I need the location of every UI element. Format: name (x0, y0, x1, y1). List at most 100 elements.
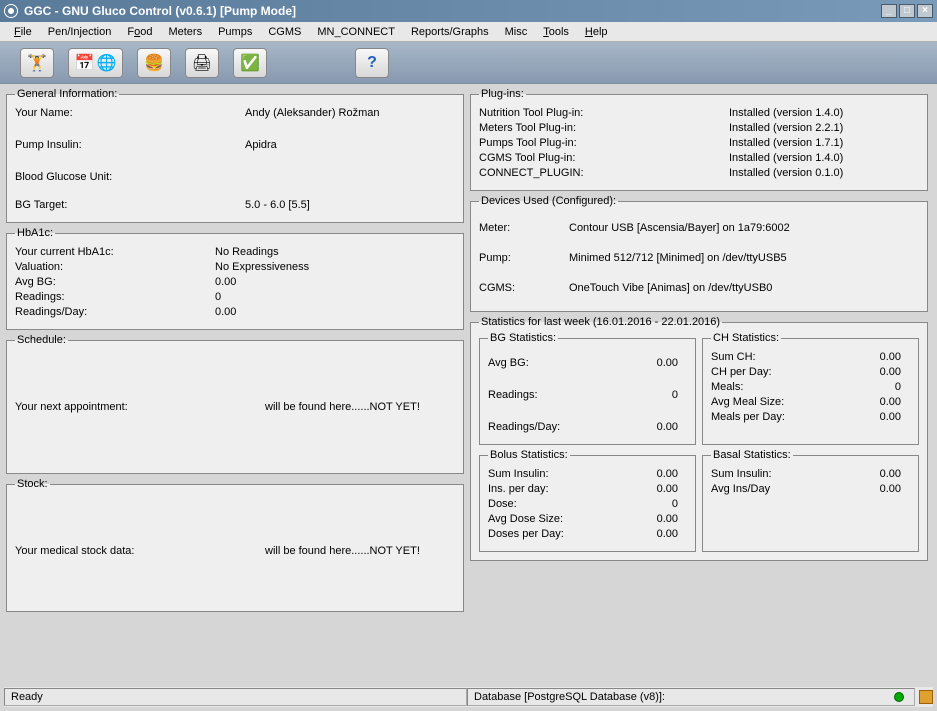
close-button[interactable]: × (917, 4, 933, 18)
device-pump-value: Minimed 512/712 [Minimed] on /dev/ttyUSB… (569, 252, 919, 264)
bolus-dose-label: Dose: (488, 498, 618, 510)
plugins-legend: Plug-ins: (479, 88, 526, 100)
status-right: Database [PostgreSQL Database (v8)]: (474, 691, 665, 703)
bg-unit-label: Blood Glucose Unit: (15, 171, 245, 183)
checklist-icon: ✅ (240, 53, 260, 73)
stats-panel: Statistics for last week (16.01.2016 - 2… (470, 316, 928, 561)
plugin-nutrition-label: Nutrition Tool Plug-in: (479, 107, 729, 119)
plugin-pumps-value: Installed (version 1.7.1) (729, 137, 919, 149)
bolus-sum-label: Sum Insulin: (488, 468, 618, 480)
device-cgms-value: OneTouch Vibe [Animas] on /dev/ttyUSB0 (569, 282, 919, 294)
device-pump-label: Pump: (479, 252, 569, 264)
basal-avg-label: Avg Ins/Day (711, 483, 841, 495)
print-icon: 🖨 (192, 53, 212, 73)
general-legend: General Information: (15, 88, 119, 100)
toolbar-btn-1[interactable]: 🏋 (20, 48, 54, 78)
toolbar-btn-4[interactable]: 🖨 (185, 48, 219, 78)
maximize-button[interactable]: □ (899, 4, 915, 18)
menu-misc[interactable]: Misc (497, 24, 536, 40)
hba1c-avgbg-label: Avg BG: (15, 276, 215, 288)
plugin-meters-value: Installed (version 2.2.1) (729, 122, 919, 134)
menu-pen[interactable]: Pen/Injection (40, 24, 120, 40)
toolbar-btn-help[interactable]: ? (355, 48, 389, 78)
plugin-connect-value: Installed (version 0.1.0) (729, 167, 919, 179)
menu-meters[interactable]: Meters (160, 24, 210, 40)
ch-meals-value: 0 (841, 381, 901, 393)
basal-sum-value: 0.00 (841, 468, 901, 480)
device-cgms-label: CGMS: (479, 282, 569, 294)
bg-target-value: 5.0 - 6.0 [5.5] (245, 199, 455, 211)
name-label: Your Name: (15, 107, 245, 119)
plugin-pumps-label: Pumps Tool Plug-in: (479, 137, 729, 149)
hba1c-readings-value: 0 (215, 291, 455, 303)
plugins-panel: Plug-ins: Nutrition Tool Plug-in:Install… (470, 88, 928, 191)
ch-mealsperday-label: Meals per Day: (711, 411, 841, 423)
schedule-label: Your next appointment: (15, 401, 265, 413)
titlebar: GGC - GNU Gluco Control (v0.6.1) [Pump M… (0, 0, 937, 22)
device-meter-value: Contour USB [Ascensia/Bayer] on 1a79:600… (569, 222, 919, 234)
bg-read-label: Readings: (488, 389, 618, 401)
stock-label: Your medical stock data: (15, 545, 265, 557)
devices-panel: Devices Used (Configured): Meter:Contour… (470, 195, 928, 312)
menu-mnconnect[interactable]: MN_CONNECT (309, 24, 403, 40)
calendar-icon: 📅 (75, 53, 95, 73)
app-icon (4, 4, 18, 18)
menu-pumps[interactable]: Pumps (210, 24, 260, 40)
stock-value: will be found here......NOT YET! (265, 545, 455, 557)
hba1c-current-label: Your current HbA1c: (15, 246, 215, 258)
menu-cgms[interactable]: CGMS (260, 24, 309, 40)
toolbar-btn-2[interactable]: 📅🌐 (68, 48, 123, 78)
bolus-stats-legend: Bolus Statistics: (488, 449, 570, 461)
bg-perday-value: 0.00 (618, 421, 678, 433)
hba1c-avgbg-value: 0.00 (215, 276, 455, 288)
bolus-avgdose-value: 0.00 (618, 513, 678, 525)
bolus-dose-value: 0 (618, 498, 678, 510)
plugin-connect-label: CONNECT_PLUGIN: (479, 167, 729, 179)
ch-perday-label: CH per Day: (711, 366, 841, 378)
bg-stats-panel: BG Statistics: Avg BG:0.00 Readings:0 Re… (479, 332, 696, 445)
plugin-cgms-label: CGMS Tool Plug-in: (479, 152, 729, 164)
hba1c-current-value: No Readings (215, 246, 455, 258)
globe-icon: 🌐 (97, 53, 117, 73)
menu-food[interactable]: Food (119, 24, 160, 40)
window-title: GGC - GNU Gluco Control (v0.6.1) [Pump M… (24, 4, 296, 18)
toolbar-btn-5[interactable]: ✅ (233, 48, 267, 78)
ch-sum-label: Sum CH: (711, 351, 841, 363)
menu-reports[interactable]: Reports/Graphs (403, 24, 497, 40)
devices-legend: Devices Used (Configured): (479, 195, 618, 207)
bg-read-value: 0 (618, 389, 678, 401)
bg-avg-label: Avg BG: (488, 357, 618, 369)
bolus-stats-panel: Bolus Statistics: Sum Insulin:0.00 Ins. … (479, 449, 696, 552)
plugin-cgms-value: Installed (version 1.4.0) (729, 152, 919, 164)
menu-tools[interactable]: Tools (535, 24, 577, 40)
schedule-value: will be found here......NOT YET! (265, 401, 455, 413)
stock-legend: Stock: (15, 478, 50, 490)
minimize-button[interactable]: _ (881, 4, 897, 18)
hba1c-legend: HbA1c: (15, 227, 55, 239)
basal-stats-panel: Basal Statistics: Sum Insulin:0.00 Avg I… (702, 449, 919, 552)
pump-insulin-value: Apidra (245, 139, 455, 151)
ch-perday-value: 0.00 (841, 366, 901, 378)
toolbar-btn-3[interactable]: 🍔 (137, 48, 171, 78)
stats-legend: Statistics for last week (16.01.2016 - 2… (479, 316, 722, 328)
statusbar: Ready Database [PostgreSQL Database (v8)… (4, 687, 933, 707)
menu-help[interactable]: Help (577, 24, 616, 40)
bg-perday-label: Readings/Day: (488, 421, 618, 433)
status-left: Ready (11, 691, 43, 703)
stock-panel: Stock: Your medical stock data:will be f… (6, 478, 464, 612)
plugin-meters-label: Meters Tool Plug-in: (479, 122, 729, 134)
name-value: Andy (Aleksander) Rožman (245, 107, 455, 119)
burger-icon: 🍔 (144, 53, 164, 73)
bolus-sum-value: 0.00 (618, 468, 678, 480)
lock-icon (919, 690, 933, 704)
ch-meals-label: Meals: (711, 381, 841, 393)
plugin-nutrition-value: Installed (version 1.4.0) (729, 107, 919, 119)
bolus-perday-value: 0.00 (618, 483, 678, 495)
general-info-panel: General Information: Your Name:Andy (Ale… (6, 88, 464, 223)
menu-file[interactable]: File (6, 24, 40, 40)
toolbar: 🏋 📅🌐 🍔 🖨 ✅ ? (0, 42, 937, 84)
menubar: File Pen/Injection Food Meters Pumps CGM… (0, 22, 937, 42)
bg-avg-value: 0.00 (618, 357, 678, 369)
dumbbell-icon: 🏋 (27, 53, 47, 73)
hba1c-readings-label: Readings: (15, 291, 215, 303)
